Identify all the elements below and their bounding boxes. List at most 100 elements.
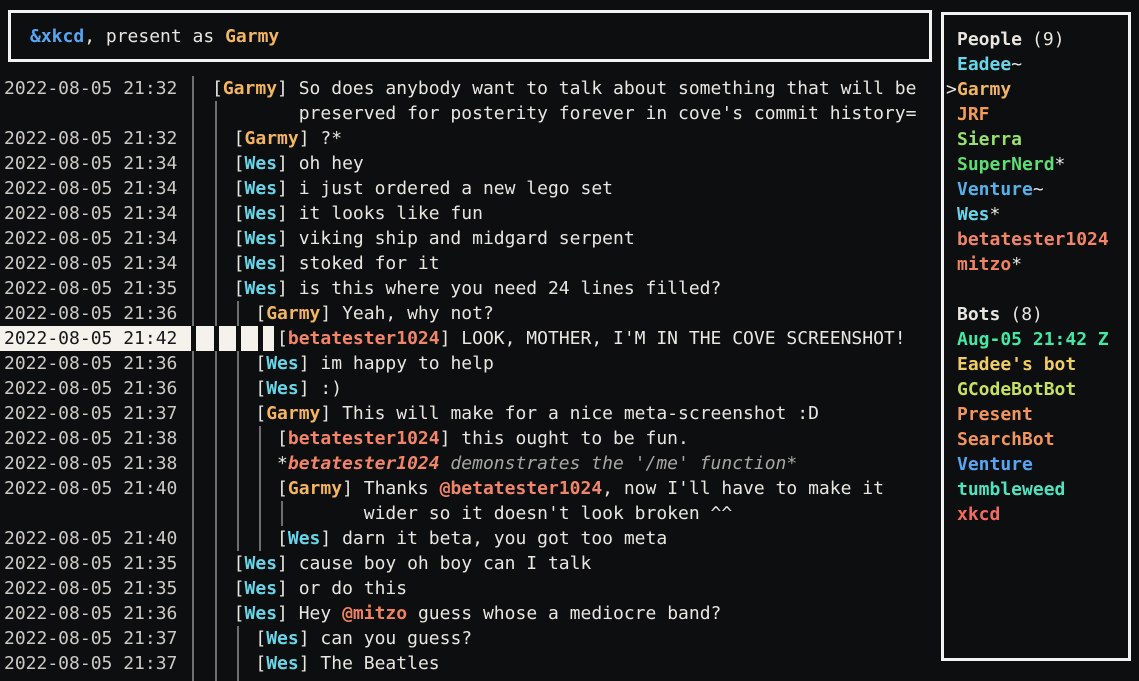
bots-list-item[interactable]: Aug-05 21:42 Z	[957, 327, 1128, 352]
chat-message-row[interactable]: 2022-08-05 21:40[Garmy] Thanks @betatest…	[0, 476, 941, 501]
bots-list-item[interactable]: xkcd	[957, 502, 1128, 527]
chat-message-row[interactable]: 2022-08-05 21:35[Wes] cause boy oh boy c…	[0, 551, 941, 576]
text-segment: [	[212, 78, 223, 99]
nick: Wes	[245, 178, 278, 199]
nick: Wes	[245, 578, 278, 599]
text-segment: [	[277, 428, 288, 449]
message-content: [Wes] stoked for it	[234, 251, 440, 276]
text-segment: ]	[299, 628, 321, 649]
people-list-item[interactable]: >Garmy	[957, 77, 1128, 102]
message-timestamp: 2022-08-05 21:36	[4, 601, 177, 626]
people-header: People(9)	[957, 27, 1128, 52]
message-timestamp: 2022-08-05 21:35	[4, 576, 177, 601]
text-segment: ]	[277, 253, 299, 274]
text-segment: preserved for posterity forever in cove'…	[299, 103, 917, 124]
nick: Wes	[288, 528, 321, 549]
people-list-item[interactable]: SuperNerd*	[957, 152, 1128, 177]
user-mode-suffix: ~	[1033, 179, 1044, 200]
message-content: [Garmy] Thanks @betatester1024, now I'll…	[277, 476, 884, 501]
text-segment: :)	[320, 378, 342, 399]
chat-message-row[interactable]: 2022-08-05 21:36[Wes] :)	[0, 376, 941, 401]
bot-name: Aug-05 21:42 Z	[957, 329, 1109, 350]
nick: Garmy	[288, 478, 342, 499]
chat-message-row[interactable]: 2022-08-05 21:34[Wes] oh hey	[0, 151, 941, 176]
chat-message-row[interactable]: 2022-08-05 21:40[Wes] darn it beta, you …	[0, 526, 941, 551]
message-timestamp: 2022-08-05 21:35	[4, 276, 177, 301]
chat-message-row[interactable]: 2022-08-05 21:34[Wes] it looks like fun	[0, 201, 941, 226]
nick: betatester1024	[288, 428, 440, 449]
chat-message-row[interactable]: 2022-08-05 21:32[Garmy] ?*	[0, 126, 941, 151]
chat-message-row[interactable]: 2022-08-05 21:38*betatester1024 demonstr…	[0, 451, 941, 476]
message-content: [Wes] can you guess?	[255, 626, 472, 651]
text-segment: im happy to help	[320, 353, 493, 374]
message-content: [Garmy] This will make for a nice meta-s…	[255, 401, 819, 426]
bot-name: Eadee's bot	[957, 354, 1076, 375]
user-name: Sierra	[957, 129, 1022, 150]
text-segment: darn it beta, you got too meta	[342, 528, 667, 549]
chat-wrap-row[interactable]: wider so it doesn't look broken ^^	[0, 501, 941, 526]
header-presence-text: , present as	[84, 24, 225, 49]
message-timestamp: 2022-08-05 21:34	[4, 151, 177, 176]
user-name: Wes	[957, 204, 990, 225]
chat-message-row[interactable]: 2022-08-05 21:36[Wes] Hey @mitzo guess w…	[0, 601, 941, 626]
bots-list-item[interactable]: Eadee's bot	[957, 352, 1128, 377]
text-segment: [	[234, 153, 245, 174]
people-list-item[interactable]: Sierra	[957, 127, 1128, 152]
nick: Wes	[266, 628, 299, 649]
people-list-item[interactable]: mitzo*	[957, 252, 1128, 277]
text-segment: ]	[320, 403, 342, 424]
bots-list-item[interactable]: Venture	[957, 452, 1128, 477]
text-segment: ]	[342, 478, 364, 499]
nick: Wes	[266, 353, 299, 374]
message-timestamp: 2022-08-05 21:37	[4, 626, 177, 651]
chat-message-row[interactable]: 2022-08-05 21:32[Garmy] So does anybody …	[0, 76, 941, 101]
text-segment: [	[234, 578, 245, 599]
message-content: [betatester1024] LOOK, MOTHER, I'M IN TH…	[277, 326, 906, 351]
people-list: Eadee~>GarmyJRFSierraSuperNerd*Venture~W…	[957, 52, 1128, 277]
people-list-item[interactable]: Venture~	[957, 177, 1128, 202]
text-segment: [	[255, 378, 266, 399]
text-segment: or do this	[299, 578, 407, 599]
chat-message-row[interactable]: 2022-08-05 21:35 [Wes] or do this	[0, 576, 941, 601]
text-segment: i just ordered a new lego set	[299, 178, 613, 199]
text-segment: this ought to be fun.	[461, 428, 689, 449]
nick: betatester1024	[288, 453, 440, 474]
nick: Wes	[245, 553, 278, 574]
chat-message-row[interactable]: 2022-08-05 21:37[Wes] The Beatles	[0, 651, 941, 676]
chat-message-row[interactable]: 2022-08-05 21:34[Wes] i just ordered a n…	[0, 176, 941, 201]
people-list-item[interactable]: Wes*	[957, 202, 1128, 227]
text-segment: ]	[299, 653, 321, 674]
bots-list-item[interactable]: tumbleweed	[957, 477, 1128, 502]
people-list-item[interactable]: Eadee~	[957, 52, 1128, 77]
text-segment: [	[234, 228, 245, 249]
chat-wrap-row[interactable]: preserved for posterity forever in cove'…	[0, 101, 941, 126]
chat-message-row[interactable]: 2022-08-05 21:37[Garmy] This will make f…	[0, 401, 941, 426]
selected-user-cursor: >	[946, 77, 957, 102]
chat-message-row[interactable]: 2022-08-05 21:38[betatester1024] this ou…	[0, 426, 941, 451]
bots-list-item[interactable]: SearchBot	[957, 427, 1128, 452]
chat-message-row[interactable]: 2022-08-05 21:35 [Wes] is this where you …	[0, 276, 941, 301]
text-segment: [	[234, 253, 245, 274]
user-name: Eadee	[957, 54, 1011, 75]
chat-message-row[interactable]: 2022-08-05 21:36[Garmy] Yeah, why not?	[0, 301, 941, 326]
text-segment: guess whose a mediocre band?	[407, 603, 721, 624]
people-title: People	[957, 29, 1022, 50]
chat-message-row[interactable]: 2022-08-05 21:36[Wes] im happy to help	[0, 351, 941, 376]
bots-list-item[interactable]: GCodeBotBot	[957, 377, 1128, 402]
people-list-item[interactable]: betatester1024	[957, 227, 1128, 252]
chat-message-row[interactable]: 2022-08-05 21:42[betatester1024] LOOK, M…	[0, 326, 941, 351]
message-content: [Wes] is this where you need 24 lines fi…	[234, 276, 722, 301]
nick: Garmy	[266, 403, 320, 424]
text-segment: [	[277, 328, 288, 349]
chat-message-row[interactable]: 2022-08-05 21:34[Wes] viking ship and mi…	[0, 226, 941, 251]
message-content: [Wes] or do this	[234, 576, 407, 601]
user-name: betatester1024	[957, 229, 1109, 250]
user-name: mitzo	[957, 254, 1011, 275]
bot-name: SearchBot	[957, 429, 1055, 450]
bots-list-item[interactable]: Present	[957, 402, 1128, 427]
chat-message-row[interactable]: 2022-08-05 21:34[Wes] stoked for it	[0, 251, 941, 276]
chat-message-row[interactable]: 2022-08-05 21:37 [Wes] can you guess?	[0, 626, 941, 651]
people-list-item[interactable]: JRF	[957, 102, 1128, 127]
message-timestamp: 2022-08-05 21:37	[4, 651, 177, 676]
message-content: [Garmy] Yeah, why not?	[255, 301, 493, 326]
